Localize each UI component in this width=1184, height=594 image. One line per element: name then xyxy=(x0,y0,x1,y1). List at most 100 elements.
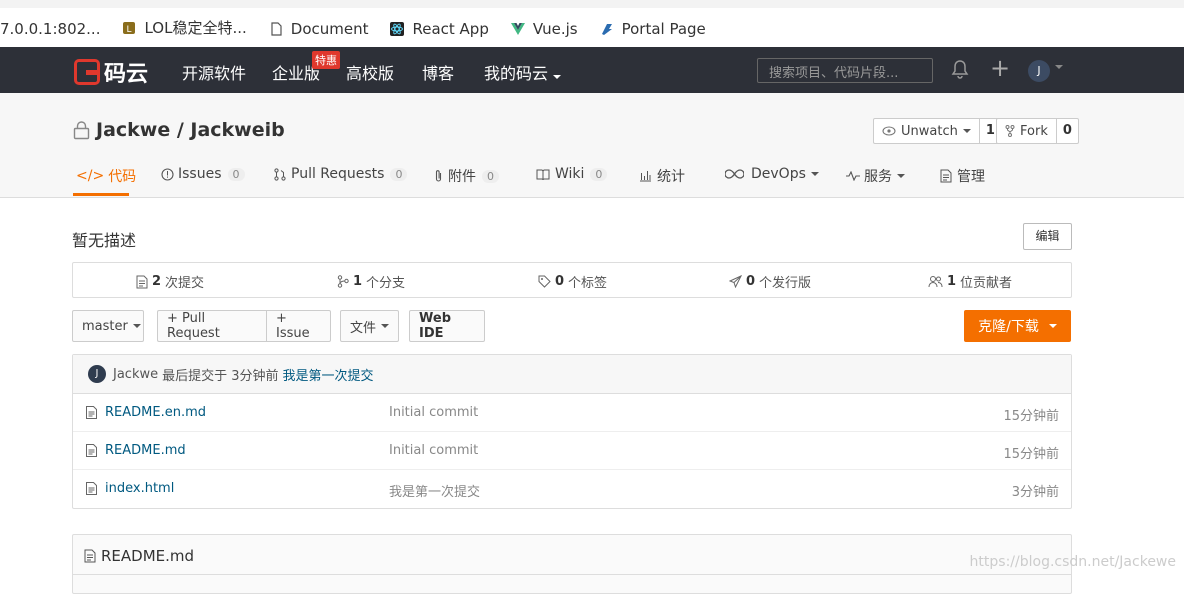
chevron-down-icon xyxy=(132,324,141,328)
stat-label: 次提交 xyxy=(165,276,205,291)
commit-author[interactable]: Jackwe xyxy=(113,367,158,382)
repo-header: Jackwe / Jackweib Unwatch 1 Fork 0 </> 代码… xyxy=(0,93,1184,198)
bookmark-react[interactable]: React App xyxy=(390,20,489,38)
send-icon xyxy=(729,275,742,288)
clone-download-button[interactable]: 克隆/下载 xyxy=(964,310,1071,342)
pull-request-icon xyxy=(274,167,286,181)
tab-label: 管理 xyxy=(957,169,985,185)
stat-number: 0 xyxy=(555,274,565,289)
vue-icon xyxy=(510,23,525,35)
commit-message-link[interactable]: 我是第一次提交 xyxy=(283,365,374,384)
tab-statistics[interactable]: 统计 xyxy=(639,166,685,186)
tab-code[interactable]: </> 代码 xyxy=(76,166,136,186)
stat-commits[interactable]: 2 次提交 xyxy=(136,272,204,291)
tab-services[interactable]: 服务 xyxy=(846,166,905,186)
bookmark-vue[interactable]: Vue.js xyxy=(510,20,578,38)
tab-count: 0 xyxy=(390,167,408,181)
branch-selector[interactable]: master xyxy=(72,310,144,342)
chevron-down-icon xyxy=(553,75,562,79)
bookmark-label: LOL稳定全特... xyxy=(144,19,247,37)
nav-blog[interactable]: 博客 xyxy=(422,60,454,84)
users-icon xyxy=(928,276,943,288)
tab-label: 服务 xyxy=(864,169,892,185)
search-input[interactable]: 搜索项目、代码片段... xyxy=(757,58,933,83)
file-name-link[interactable]: README.md xyxy=(105,443,186,458)
fork-button[interactable]: Fork xyxy=(997,119,1057,143)
tab-label: Pull Requests xyxy=(291,166,385,182)
tab-label: Wiki xyxy=(555,166,585,182)
code-icon: </> xyxy=(76,168,105,184)
paperclip-icon xyxy=(435,170,442,182)
stat-label: 位贡献者 xyxy=(960,276,1013,291)
chevron-down-icon xyxy=(810,172,819,176)
bell-icon[interactable] xyxy=(951,59,969,79)
file-icon xyxy=(84,549,96,563)
table-row: index.html 我是第一次提交 3分钟前 xyxy=(73,470,1071,508)
tag-icon xyxy=(538,275,551,288)
stat-contributors[interactable]: 1 位贡献者 xyxy=(928,272,1012,291)
chevron-down-icon[interactable] xyxy=(1055,65,1063,69)
unwatch-button-group: Unwatch 1 xyxy=(873,118,1002,144)
tab-wiki[interactable]: Wiki 0 xyxy=(536,166,608,182)
tab-devops[interactable]: DevOps xyxy=(725,166,819,182)
web-ide-button[interactable]: Web IDE xyxy=(409,310,485,342)
bookmark-portal[interactable]: Portal Page xyxy=(600,20,706,38)
stat-number: 1 xyxy=(947,274,957,289)
file-commit-message[interactable]: Initial commit xyxy=(389,443,478,458)
commit-list-icon xyxy=(136,275,148,288)
commit-author-avatar[interactable]: J xyxy=(88,365,106,383)
edit-description-button[interactable]: 编辑 xyxy=(1023,223,1072,250)
bookmark-document[interactable]: Document xyxy=(269,20,369,38)
file-name-link[interactable]: index.html xyxy=(105,481,174,496)
fork-button-group: Fork 0 xyxy=(996,118,1079,144)
watermark: https://blog.csdn.net/Jackewe xyxy=(969,554,1176,570)
plus-icon[interactable]: + xyxy=(990,56,1010,80)
files-label: 文件 xyxy=(350,320,377,336)
file-name-link[interactable]: README.en.md xyxy=(105,405,206,420)
nav-education[interactable]: 高校版 xyxy=(346,60,394,84)
tab-attachments[interactable]: 附件 0 xyxy=(434,166,499,186)
bookmark-lol[interactable]: L LOL稳定全特... xyxy=(122,17,247,38)
tab-pull-requests[interactable]: Pull Requests 0 xyxy=(274,166,408,182)
settings-doc-icon xyxy=(940,169,952,183)
unwatch-button[interactable]: Unwatch xyxy=(874,119,980,143)
promo-badge: 特惠 xyxy=(312,51,340,69)
tab-count: 0 xyxy=(227,167,245,181)
readme-panel: README.md xyxy=(72,534,1072,594)
new-pull-request-button[interactable]: + Pull Request xyxy=(157,310,267,342)
nav-my-gitee[interactable]: 我的码云 xyxy=(484,60,562,84)
stat-branches[interactable]: 1 个分支 xyxy=(337,272,405,291)
files-dropdown[interactable]: 文件 xyxy=(340,310,399,342)
logo-icon xyxy=(74,59,100,85)
bookmark-label: Document xyxy=(290,20,369,38)
chevron-down-icon xyxy=(962,129,971,133)
file-time: 15分钟前 xyxy=(1003,447,1059,462)
file-commit-message[interactable]: 我是第一次提交 xyxy=(389,481,480,500)
tab-label: 统计 xyxy=(657,169,685,185)
table-row: README.en.md Initial commit 15分钟前 xyxy=(73,394,1071,432)
readme-title: README.md xyxy=(84,547,194,565)
bookmark-local[interactable]: 7.0.0.1:802... xyxy=(0,20,100,38)
bar-chart-icon xyxy=(640,171,651,182)
tab-manage[interactable]: 管理 xyxy=(940,166,985,186)
tab-issues[interactable]: Issues 0 xyxy=(161,166,245,182)
infinity-icon xyxy=(725,169,744,179)
repo-name[interactable]: Jackwe / Jackweib xyxy=(96,119,285,141)
lol-icon: L xyxy=(123,21,136,35)
stat-releases[interactable]: 0 个发行版 xyxy=(729,272,811,291)
eye-icon xyxy=(882,126,896,136)
gitee-logo[interactable]: 码云 xyxy=(74,56,148,88)
lock-icon xyxy=(73,121,90,140)
stat-tags[interactable]: 0 个标签 xyxy=(538,272,607,291)
nav-my-gitee-label: 我的码云 xyxy=(484,64,549,83)
bookmark-label: 7.0.0.1:802... xyxy=(0,20,101,38)
new-issue-button[interactable]: + Issue xyxy=(266,310,331,342)
svg-text:L: L xyxy=(127,25,132,35)
repo-stats-bar: 2 次提交 1 个分支 0 个标签 0 个发行版 1 位贡献者 xyxy=(72,262,1072,298)
user-avatar[interactable]: J xyxy=(1028,60,1050,82)
nav-open-source[interactable]: 开源软件 xyxy=(182,60,246,84)
table-row: README.md Initial commit 15分钟前 xyxy=(73,432,1071,470)
file-commit-message[interactable]: Initial commit xyxy=(389,405,478,420)
fork-count[interactable]: 0 xyxy=(1057,119,1078,143)
repo-description: 暂无描述 xyxy=(72,231,137,250)
